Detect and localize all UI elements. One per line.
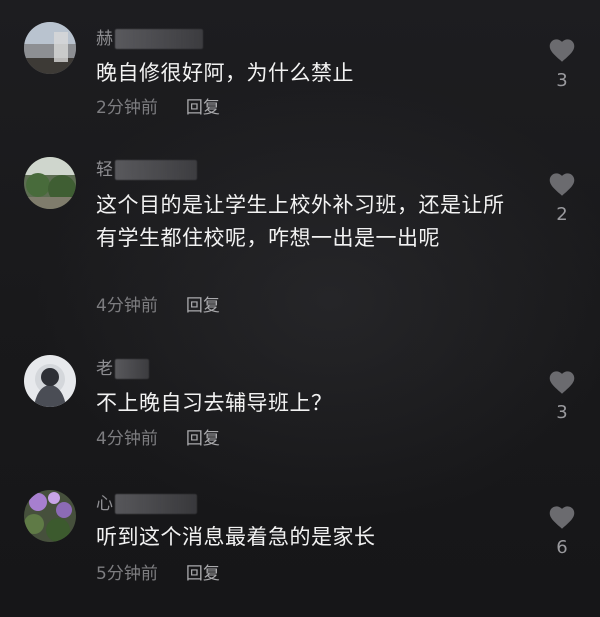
reply-button[interactable]: 回复: [186, 562, 220, 586]
username[interactable]: 心: [96, 492, 197, 516]
like-count: 6: [556, 537, 568, 558]
like-button[interactable]: 6: [544, 503, 580, 560]
username[interactable]: 老: [96, 357, 149, 381]
comment-text: 听到这个消息最着急的是家长: [96, 525, 376, 549]
like-count: 3: [556, 402, 568, 423]
username[interactable]: 轻: [96, 158, 197, 182]
comment-meta: 5分钟前 回复: [96, 562, 220, 586]
timestamp: 4分钟前: [96, 296, 158, 316]
avatar[interactable]: [24, 490, 76, 542]
username-redacted: [115, 359, 149, 379]
reply-button[interactable]: 回复: [186, 427, 220, 451]
username-redacted: [115, 29, 203, 49]
comment-meta: 4分钟前 回复: [96, 427, 220, 451]
username-text: 老: [96, 359, 113, 379]
comment-meta: 4分钟前 回复: [96, 294, 220, 318]
like-button[interactable]: 2: [544, 170, 580, 227]
username-redacted: [115, 494, 197, 514]
like-count: 3: [556, 70, 568, 91]
username[interactable]: 赫: [96, 27, 203, 51]
username-text: 轻: [96, 160, 113, 180]
username-text: 心: [96, 494, 113, 514]
avatar[interactable]: [24, 157, 76, 209]
reply-button[interactable]: 回复: [186, 96, 220, 120]
reply-button[interactable]: 回复: [186, 294, 220, 318]
comment-text: 不上晚自习去辅导班上？: [96, 391, 333, 415]
username-text: 赫: [96, 29, 113, 49]
timestamp: 5分钟前: [96, 564, 158, 584]
like-count: 2: [556, 204, 568, 225]
timestamp: 4分钟前: [96, 429, 158, 449]
comment-text: 这个目的是让学生上校外补习班，还是让所有学生都住校呢，咋想一出是一出呢: [96, 193, 505, 250]
username-redacted: [115, 160, 197, 180]
heart-icon: [549, 506, 575, 529]
like-button[interactable]: 3: [544, 36, 580, 93]
timestamp: 2分钟前: [96, 98, 158, 118]
like-button[interactable]: 3: [544, 368, 580, 425]
comment-text: 晚自修很好阿，为什么禁止: [96, 61, 354, 85]
heart-icon: [549, 173, 575, 196]
avatar[interactable]: [24, 355, 76, 407]
comment-meta: 2分钟前 回复: [96, 96, 220, 120]
heart-icon: [549, 39, 575, 62]
avatar[interactable]: [24, 22, 76, 74]
heart-icon: [549, 371, 575, 394]
